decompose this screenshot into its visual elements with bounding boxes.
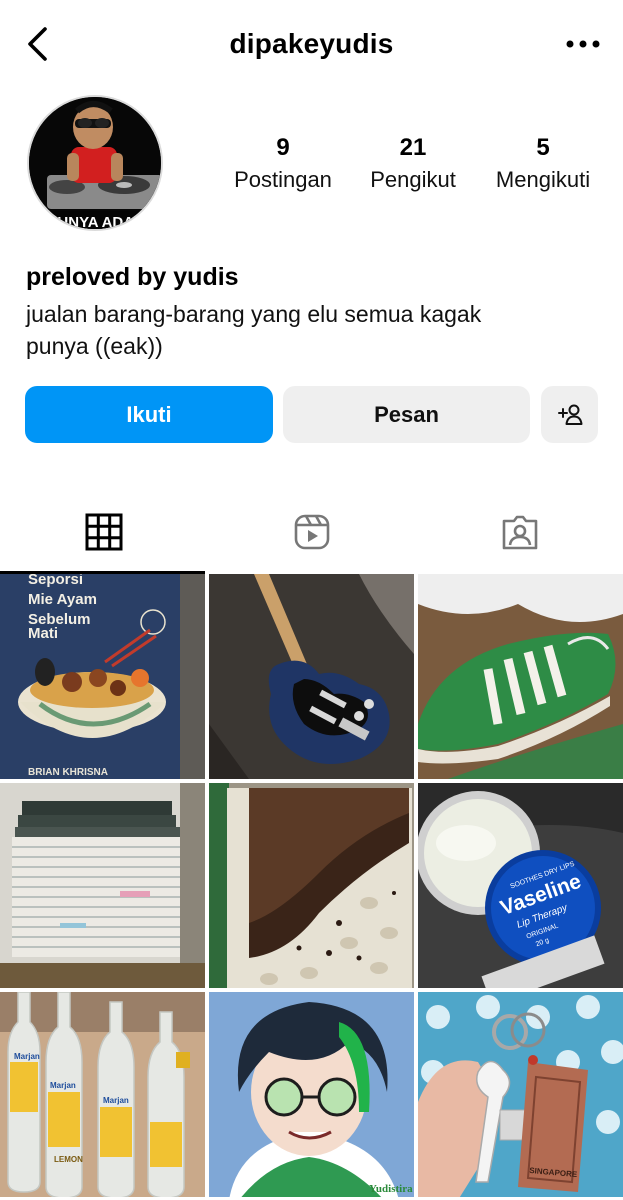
posts-label: Postingan <box>234 167 332 192</box>
tab-reels[interactable] <box>208 490 415 574</box>
stat-following[interactable]: 5 Mengikuti <box>478 130 608 194</box>
syrup-bottles-photo: Marjan Marjan Marjan LEMON <box>0 992 205 1197</box>
reels-icon <box>294 514 329 550</box>
more-horizontal-icon <box>566 40 600 48</box>
syrup-brand: Marjan <box>103 1096 129 1105</box>
bio-line: jualan barang-barang yang elu semua kaga… <box>26 301 482 327</box>
top-bar: dipakeyudis <box>0 0 623 90</box>
message-button[interactable]: Pesan <box>283 386 530 443</box>
book-author: BRIAN KHRISNA <box>28 767 108 778</box>
tab-tagged[interactable] <box>416 490 623 574</box>
posts-grid: Seporsi Mie Ayam Sebelum Mati BRIAN KHRI… <box>0 574 623 1200</box>
keychain-photo: SINGAPORE <box>418 992 623 1197</box>
followers-label: Pengikut <box>370 167 456 192</box>
following-label: Mengikuti <box>495 167 591 192</box>
profile-avatar[interactable]: PUNYA ADAM <box>27 95 163 231</box>
post-thumbnail[interactable]: SINGAPORE <box>418 992 623 1197</box>
post-thumbnail[interactable]: Yudistira <box>209 992 414 1197</box>
syrup-flavor: LEMON <box>54 1155 83 1164</box>
documents-photo <box>0 783 205 988</box>
stat-posts[interactable]: 9 Postingan <box>218 130 348 194</box>
more-options-button[interactable] <box>563 30 603 58</box>
post-thumbnail[interactable] <box>0 783 205 988</box>
grid-icon <box>85 513 122 551</box>
book-title-line: Seporsi <box>28 574 83 588</box>
avatar-caption: PUNYA ADAM <box>47 214 146 231</box>
post-thumbnail[interactable] <box>418 574 623 779</box>
artwork-signature: Yudistira <box>369 1183 413 1195</box>
post-thumbnail[interactable]: Seporsi Mie Ayam Sebelum Mati BRIAN KHRI… <box>0 574 205 779</box>
syrup-brand: Marjan <box>50 1081 76 1090</box>
syrup-brand: Marjan <box>14 1052 40 1061</box>
tab-posts-grid[interactable] <box>0 490 207 574</box>
book-photo: Seporsi Mie Ayam Sebelum Mati BRIAN KHRI… <box>0 574 205 779</box>
cake-photo <box>209 783 414 988</box>
sneakers-photo <box>418 574 623 779</box>
profile-username: dipakeyudis <box>229 28 394 59</box>
stat-followers[interactable]: 21 Pengikut <box>348 130 478 194</box>
vaseline-photo: Vaseline Lip Therapy SOOTHES DRY LIPS OR… <box>418 783 623 988</box>
avatar-image: PUNYA ADAM <box>29 97 161 231</box>
bio-line: punya ((eak)) <box>26 333 163 359</box>
post-thumbnail[interactable] <box>209 574 414 779</box>
posts-count: 9 <box>276 134 290 161</box>
following-count: 5 <box>536 134 550 161</box>
follow-button[interactable]: Ikuti <box>25 386 273 443</box>
book-title-line: Mati <box>28 625 58 642</box>
tagged-icon <box>502 515 537 550</box>
post-thumbnail[interactable]: Marjan Marjan Marjan LEMON <box>0 992 205 1197</box>
profile-tabs <box>0 490 623 574</box>
suggest-users-button[interactable] <box>541 386 598 443</box>
add-person-icon <box>557 404 582 425</box>
profile-stats: 9 Postingan 21 Pengikut 5 Mengikuti <box>218 130 608 194</box>
post-thumbnail[interactable] <box>209 783 414 988</box>
book-title-line: Mie Ayam <box>28 591 97 608</box>
anime-artwork: Yudistira <box>209 992 414 1197</box>
profile-display-name: preloved by yudis <box>26 263 239 291</box>
profile-bio: jualan barang-barang yang elu semua kaga… <box>26 298 586 362</box>
followers-count: 21 <box>399 134 427 161</box>
guitar-photo <box>209 574 414 779</box>
post-thumbnail[interactable]: Vaseline Lip Therapy SOOTHES DRY LIPS OR… <box>418 783 623 988</box>
